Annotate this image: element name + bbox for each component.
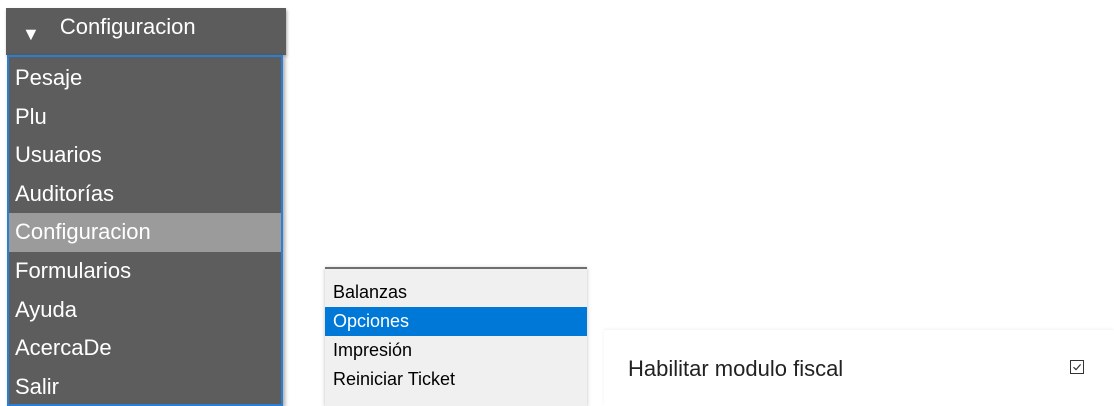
main-menu-title: Configuracion bbox=[59, 13, 196, 39]
menu-item-acercade[interactable]: AcercaDe bbox=[9, 329, 281, 368]
menu-item-plu[interactable]: Plu bbox=[9, 98, 281, 137]
submenu-item-reiniciar-ticket[interactable]: Reiniciar Ticket bbox=[325, 365, 587, 394]
menu-item-ayuda[interactable]: Ayuda bbox=[9, 291, 281, 330]
menu-item-configuracion[interactable]: Configuracion bbox=[9, 213, 281, 252]
triangle-down-icon: ▼ bbox=[22, 23, 40, 44]
main-menu-header[interactable]: ▼ Configuracion bbox=[6, 8, 286, 55]
checkbox-checked-icon[interactable] bbox=[1070, 360, 1084, 374]
submenu-item-impresion[interactable]: Impresión bbox=[325, 336, 587, 365]
menu-item-salir[interactable]: Salir bbox=[9, 368, 281, 404]
submenu-item-balanzas[interactable]: Balanzas bbox=[325, 278, 587, 307]
menu-item-formularios[interactable]: Formularios bbox=[9, 252, 281, 291]
configuracion-submenu: Balanzas Opciones Impresión Reiniciar Ti… bbox=[325, 267, 587, 406]
fiscal-option-label: Habilitar modulo fiscal bbox=[628, 356, 844, 381]
menu-item-pesaje[interactable]: Pesaje bbox=[9, 59, 281, 98]
menu-item-auditorias[interactable]: Auditorías bbox=[9, 175, 281, 214]
submenu-item-opciones[interactable]: Opciones bbox=[325, 307, 587, 336]
fiscal-option-row: Habilitar modulo fiscal bbox=[604, 330, 1114, 406]
main-menu-list: Pesaje Plu Usuarios Auditorías Configura… bbox=[7, 55, 283, 406]
menu-item-usuarios[interactable]: Usuarios bbox=[9, 136, 281, 175]
